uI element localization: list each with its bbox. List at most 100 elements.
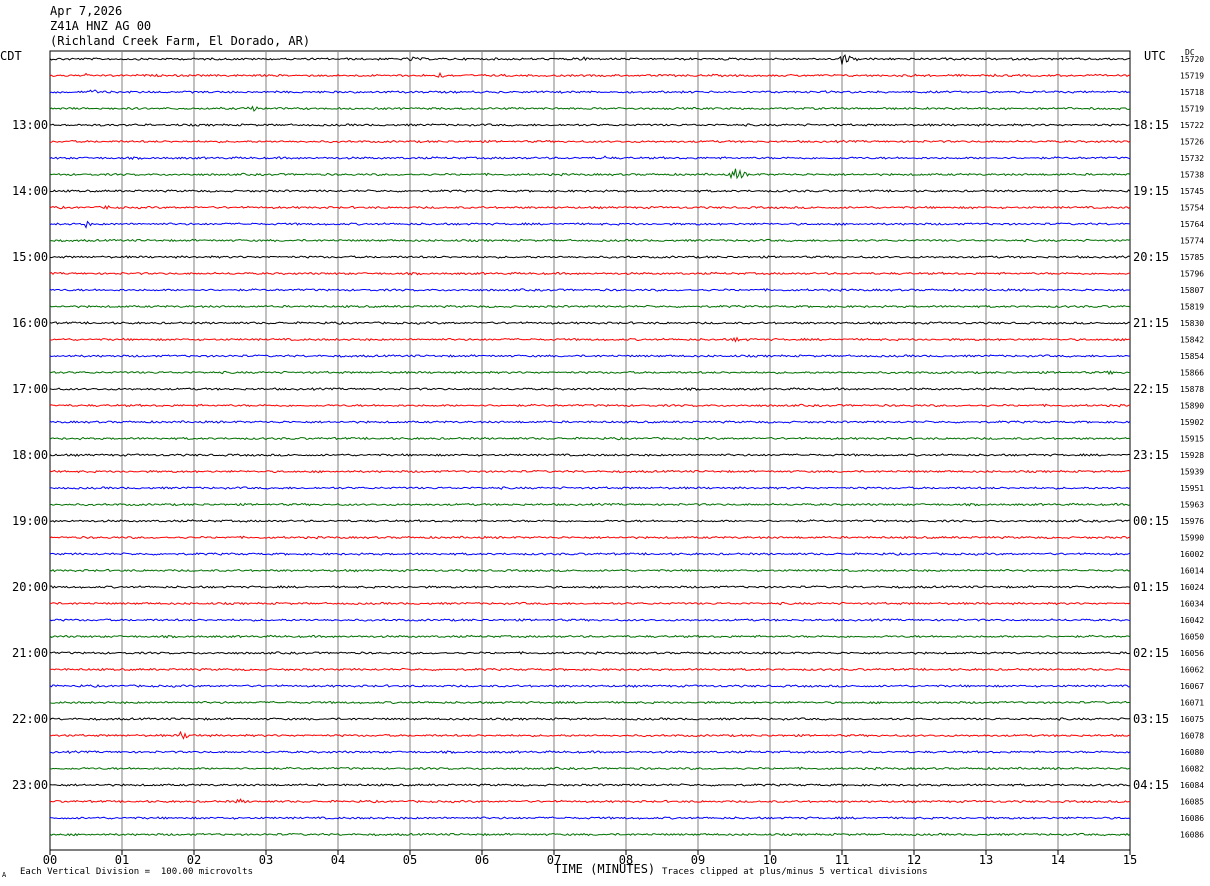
trace-row-25 [49,469,1131,474]
dc-value-label: 16050 [1180,633,1204,642]
dc-value-label: 16056 [1180,649,1204,658]
dc-value-label: 16085 [1180,798,1204,807]
trace-row-4 [49,123,1131,127]
trace-row-21 [49,403,1131,408]
trace-row-34 [49,618,1131,622]
x-tick-label: 15 [1123,853,1137,867]
right-hour-label: 03:15 [1133,712,1169,726]
dc-value-label: 16024 [1180,583,1204,592]
trace-row-9 [49,204,1131,210]
trace-row-5 [49,139,1131,144]
trace-row-24 [49,453,1131,457]
dc-value-label: 15939 [1180,468,1204,477]
dc-value-label: 15963 [1180,501,1204,510]
trace-row-23 [49,436,1131,441]
right-hour-label: 20:15 [1133,250,1169,264]
dc-value-label: 15719 [1180,72,1204,81]
x-tick-label: 05 [403,853,417,867]
x-tick-label: 06 [475,853,489,867]
trace-row-47 [49,832,1131,837]
trace-row-41 [49,730,1131,740]
trace-row-3 [49,105,1131,112]
dc-value-label: 15951 [1180,484,1204,493]
trace-row-46 [49,816,1131,820]
trace-row-22 [49,420,1131,424]
dc-value-label: 16082 [1180,765,1204,774]
dc-value-label: 15719 [1180,105,1204,114]
dc-value-label: 15819 [1180,303,1204,312]
trace-row-39 [49,700,1131,705]
dc-value-label: 15796 [1180,270,1204,279]
dc-value-label: 16002 [1180,550,1204,559]
dc-value-label: 15785 [1180,253,1204,262]
trace-row-29 [49,535,1131,540]
dc-value-label: 16084 [1180,781,1204,790]
trace-row-35 [49,634,1131,639]
helicorder-plot: 15720 15719 15718 15719 15722 15726 15732 15738… [12,50,1204,867]
axis-labels: 15720 15719 15718 15719 15722 15726 15732 15738… [12,55,1204,867]
trace-row-12 [49,255,1131,259]
trace-row-19 [49,370,1130,376]
left-hour-label: 13:00 [12,118,48,132]
plot-frame [49,50,1131,851]
dc-value-label: 15830 [1180,319,1204,328]
dc-value-label: 15866 [1180,369,1204,378]
right-hour-label: 00:15 [1133,514,1169,528]
left-hour-label: 14:00 [12,184,48,198]
right-hour-label: 04:15 [1133,778,1169,792]
dc-value-label: 15902 [1180,418,1204,427]
left-hour-label: 15:00 [12,250,48,264]
trace-row-1 [49,71,1131,78]
right-hour-label: 18:15 [1133,118,1169,132]
x-tick-label: 14 [1051,853,1065,867]
left-hour-label: 20:00 [12,580,48,594]
trace-row-13 [49,271,1131,276]
dc-value-label: 16014 [1180,567,1204,576]
right-hour-label: 23:15 [1133,448,1169,462]
dc-value-label: 15754 [1180,204,1204,213]
dc-value-label: 15722 [1180,121,1204,130]
trace-row-43 [49,766,1131,771]
dc-value-label: 15928 [1180,451,1204,460]
dc-value-label: 15738 [1180,171,1204,180]
x-tick-label: 02 [187,853,201,867]
trace-row-27 [49,502,1131,507]
dc-value-label: 15976 [1180,517,1204,526]
trace-row-14 [49,288,1131,292]
x-tick-label: 13 [979,853,993,867]
trace-row-36 [49,651,1131,655]
right-hour-label: 22:15 [1133,382,1169,396]
x-tick-label: 09 [691,853,705,867]
trace-row-15 [49,304,1131,309]
dc-value-label: 16042 [1180,616,1204,625]
trace-row-11 [49,238,1131,243]
trace-row-16 [49,321,1131,325]
dc-value-label: 16078 [1180,732,1204,741]
scale-note: Each Vertical Division = 100.00 microvol… [20,867,253,877]
right-hour-label: 19:15 [1133,184,1169,198]
left-hour-label: 18:00 [12,448,48,462]
dc-value-label: 16034 [1180,600,1204,609]
dc-value-label: 15764 [1180,220,1204,229]
trace-row-0 [49,54,1131,65]
dc-value-label: 15807 [1180,286,1204,295]
dc-value-label: 15842 [1180,336,1204,345]
trace-group [49,54,1131,837]
trace-row-8 [49,189,1131,193]
trace-row-26 [49,486,1131,490]
dc-value-label: 15878 [1180,385,1204,394]
dc-value-label: 15718 [1180,88,1204,97]
trace-row-28 [49,519,1130,523]
left-hour-label: 23:00 [12,778,48,792]
trace-row-38 [49,684,1131,688]
trace-row-33 [50,601,1131,606]
x-tick-label: 03 [259,853,273,867]
dc-value-label: 15732 [1180,154,1204,163]
trace-row-45 [49,798,1131,804]
x-tick-label: 04 [331,853,345,867]
dc-value-label: 15720 [1180,55,1204,64]
dc-value-label: 16062 [1180,666,1204,675]
x-tick-label: 10 [763,853,777,867]
left-hour-label: 16:00 [12,316,48,330]
dc-value-label: 16071 [1180,699,1204,708]
